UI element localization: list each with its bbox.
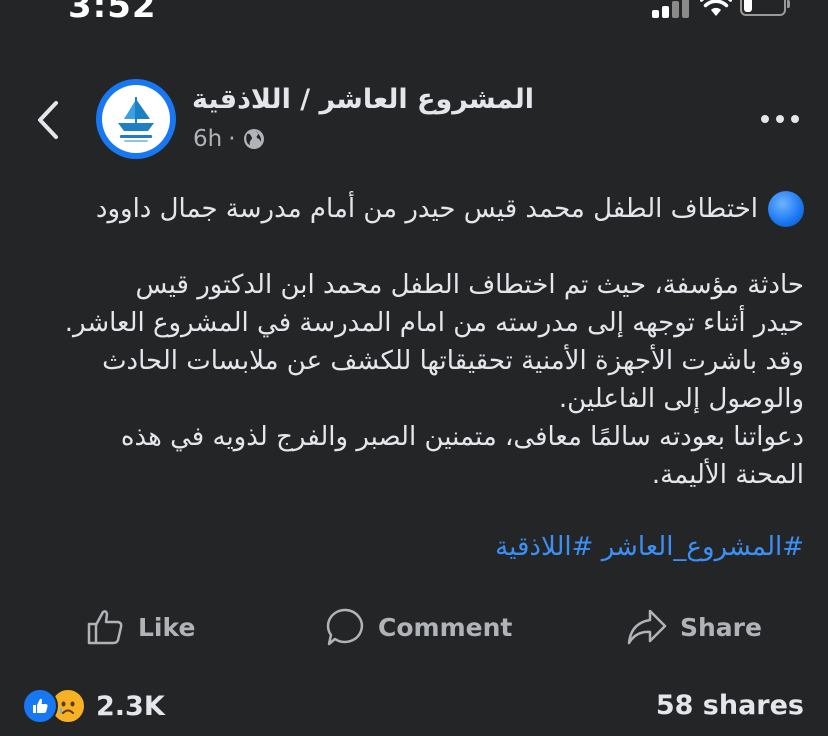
reaction-count: 2.3K xyxy=(96,690,165,722)
battery-icon xyxy=(740,0,790,16)
share-label: Share xyxy=(680,612,762,642)
post-text-line: المحنة الأليمة. xyxy=(651,460,804,490)
post-text-line: دعواتنا بعودته سالمًا معافى، متمنين الصب… xyxy=(120,422,804,452)
chevron-left-icon xyxy=(38,101,58,139)
like-button[interactable]: Like xyxy=(86,600,195,654)
battery-level xyxy=(744,0,752,12)
more-dots-icon xyxy=(761,115,799,123)
headline-text: اختطاف الطفل محمد قيس حيدر من أمام مدرسة… xyxy=(95,194,758,224)
ship-logo-icon xyxy=(102,85,170,153)
post-headline: اختطاف الطفل محمد قيس حيدر من أمام مدرسة… xyxy=(24,190,804,228)
globe-icon xyxy=(243,129,264,149)
post-text-line: حادثة مؤسفة، حيث تم اختطاف الطفل محمد اب… xyxy=(135,270,804,300)
hashtags: #المشروع_العاشر #اللاذقية xyxy=(24,532,804,562)
status-bar: 3:52 xyxy=(0,0,828,30)
cellular-signal-icon xyxy=(652,0,692,18)
share-arrow-icon xyxy=(627,609,667,645)
meta-separator: · xyxy=(228,126,236,152)
reactions-summary[interactable]: 2.3K xyxy=(22,688,165,724)
post-body: اختطاف الطفل محمد قيس حيدر من أمام مدرسة… xyxy=(24,190,804,494)
comment-button[interactable]: Comment xyxy=(326,600,512,654)
post-header: المشروع العاشر / اللاذقية 6h · xyxy=(0,70,828,170)
thumbs-up-icon xyxy=(87,610,123,645)
page-name[interactable]: المشروع العاشر / اللاذقية xyxy=(192,84,534,115)
hashtag-link[interactable]: #اللاذقية xyxy=(495,532,593,562)
share-button[interactable]: Share xyxy=(626,600,762,654)
wifi-icon xyxy=(699,0,733,18)
post-time[interactable]: 6h xyxy=(193,126,222,152)
post-text-line: حيدر أثناء توجهه إلى مدرسته من امام المد… xyxy=(64,308,804,338)
like-reaction-icon xyxy=(22,688,58,724)
more-options-button[interactable] xyxy=(756,102,804,136)
comment-label: Comment xyxy=(378,612,513,642)
post-meta: 6h · xyxy=(193,126,266,152)
comment-bubble-icon xyxy=(326,608,364,646)
action-bar: Like Comment Share xyxy=(0,600,828,654)
page-avatar[interactable] xyxy=(96,79,176,159)
post-footer: 2.3K 58 shares xyxy=(0,682,828,732)
post-text: حادثة مؤسفة، حيث تم اختطاف الطفل محمد اب… xyxy=(24,266,804,494)
like-label: Like xyxy=(138,612,196,642)
post-text-line: والوصول إلى الفاعلين. xyxy=(558,384,804,414)
blue-circle-emoji-icon xyxy=(768,191,804,227)
post-text-line: وقد باشرت الأجهزة الأمنية تحقيقاتها للكش… xyxy=(102,346,804,376)
shares-count[interactable]: 58 shares xyxy=(656,690,804,721)
status-time: 3:52 xyxy=(68,0,157,26)
back-button[interactable] xyxy=(28,98,68,142)
hashtag-link[interactable]: #المشروع_العاشر xyxy=(602,532,804,562)
